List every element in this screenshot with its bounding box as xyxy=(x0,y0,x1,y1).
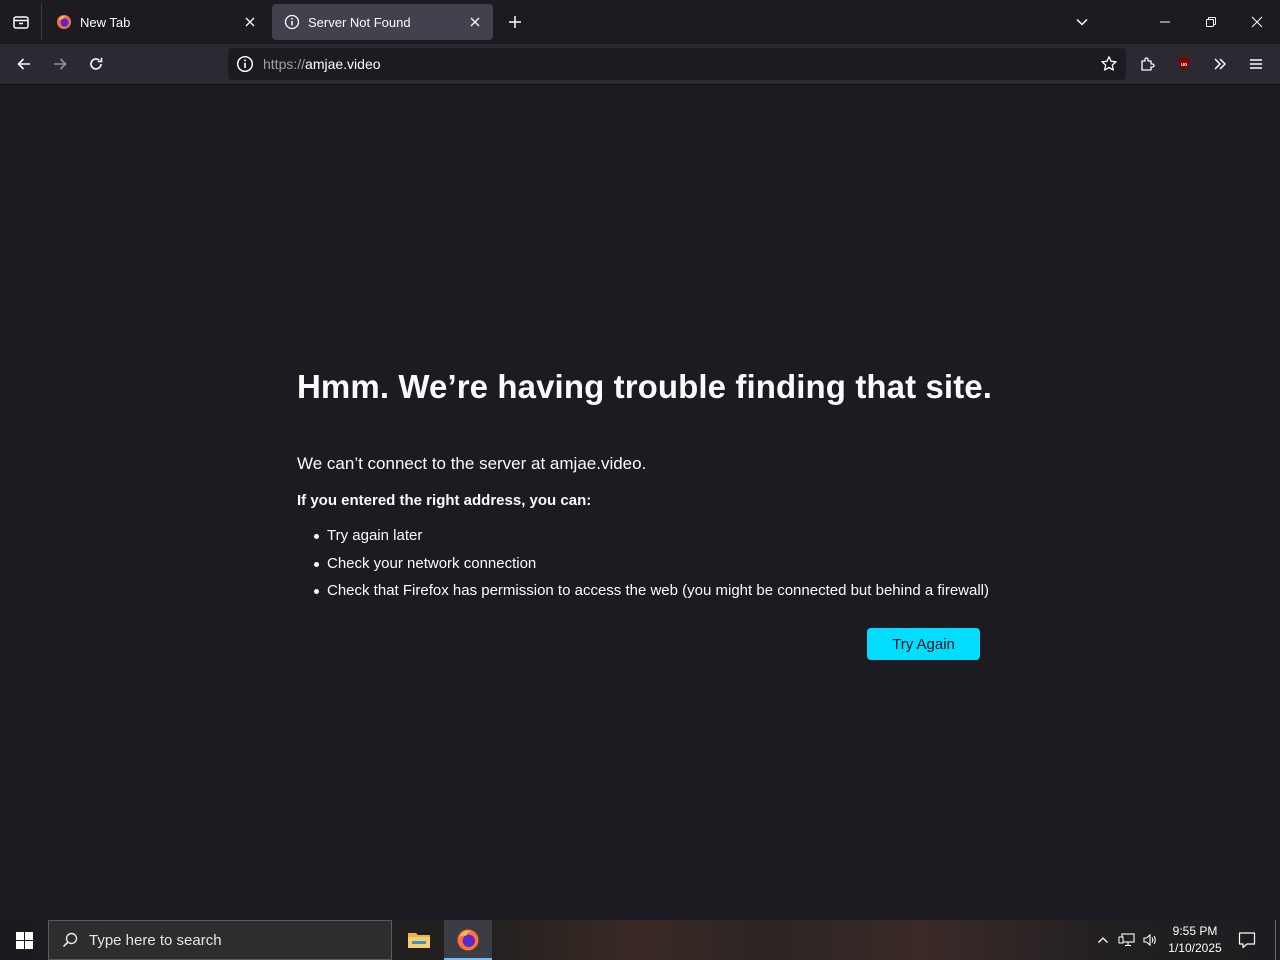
taskbar-search-box[interactable]: Type here to search xyxy=(48,920,392,960)
list-all-tabs-button[interactable] xyxy=(1070,10,1094,34)
url-host: amjae.video xyxy=(305,56,381,72)
puzzle-icon xyxy=(1141,57,1155,71)
arrow-left-icon xyxy=(17,58,30,70)
taskbar-clock[interactable]: 9:55 PM 1/10/2025 xyxy=(1164,923,1226,957)
url-scheme: https:// xyxy=(263,56,306,72)
error-description: We can’t connect to the server at amjae.… xyxy=(297,454,647,473)
ublock-origin-button[interactable]: uo xyxy=(1169,50,1199,78)
restore-icon xyxy=(1206,17,1216,27)
suggestion-item: Check that Firefox has permission to acc… xyxy=(297,581,997,601)
search-icon xyxy=(62,932,78,948)
hamburger-menu-icon xyxy=(1250,59,1262,69)
double-chevron-right-icon xyxy=(1214,58,1227,70)
new-tab-button[interactable] xyxy=(503,10,527,34)
volume-tray-button[interactable] xyxy=(1140,920,1160,960)
plus-icon xyxy=(509,16,521,28)
clock-date: 1/10/2025 xyxy=(1168,941,1222,955)
try-again-button[interactable]: Try Again xyxy=(867,628,980,660)
search-placeholder: Type here to search xyxy=(89,931,222,949)
windows-logo-icon xyxy=(15,931,33,949)
tab-manager-icon xyxy=(12,16,29,29)
ublock-shield-icon: uo xyxy=(1178,57,1190,71)
url-text[interactable]: https://amjae.video xyxy=(263,56,381,72)
close-icon[interactable] xyxy=(242,14,258,30)
forward-button[interactable] xyxy=(45,50,75,78)
overflow-menu-button[interactable] xyxy=(1205,50,1235,78)
arrow-right-icon xyxy=(54,58,67,70)
tab-label: New Tab xyxy=(80,14,131,30)
speaker-icon xyxy=(1143,933,1156,947)
close-icon xyxy=(1251,16,1263,28)
minimize-button[interactable] xyxy=(1142,4,1188,40)
reload-button[interactable] xyxy=(81,50,111,78)
folder-icon xyxy=(408,933,430,948)
network-tray-button[interactable] xyxy=(1116,920,1138,960)
tab-new-tab[interactable]: New Tab xyxy=(44,4,268,40)
suggestion-list: Try again later Check your network conne… xyxy=(297,526,997,601)
suggestion-item: Check your network connection xyxy=(297,554,997,574)
show-desktop-button[interactable] xyxy=(1275,920,1276,960)
firefox-icon xyxy=(57,15,71,29)
restore-button[interactable] xyxy=(1188,4,1234,40)
app-menu-button[interactable] xyxy=(1241,50,1271,78)
start-button[interactable] xyxy=(0,920,48,960)
svg-text:uo: uo xyxy=(1181,62,1187,68)
address-bar[interactable]: https://amjae.video xyxy=(228,48,1126,80)
error-page-content: Hmm. We’re having trouble finding that s… xyxy=(297,360,997,609)
notification-icon xyxy=(1238,932,1256,949)
firefox-icon xyxy=(457,929,479,951)
network-icon xyxy=(1118,933,1135,947)
file-explorer-taskbar-button[interactable] xyxy=(395,920,443,960)
tab-strip: New Tab Server Not Found xyxy=(0,0,1280,44)
close-window-button[interactable] xyxy=(1234,4,1280,40)
minimize-icon xyxy=(1160,21,1170,23)
tab-label: Server Not Found xyxy=(308,14,411,30)
tab-manager-button[interactable] xyxy=(0,4,42,40)
taskbar: Type here to search 9:55 PM 1/10/2025 xyxy=(0,920,1280,960)
show-hidden-icons-button[interactable] xyxy=(1094,920,1112,960)
site-info-icon[interactable] xyxy=(236,55,254,73)
extensions-button[interactable] xyxy=(1133,50,1163,78)
bookmark-star-icon[interactable] xyxy=(1100,55,1118,73)
firefox-taskbar-button[interactable] xyxy=(444,920,492,960)
clock-time: 9:55 PM xyxy=(1172,924,1218,938)
chevron-up-icon xyxy=(1098,937,1108,943)
action-center-button[interactable] xyxy=(1234,920,1260,960)
chevron-down-icon xyxy=(1076,18,1088,26)
reload-icon xyxy=(90,57,103,70)
navigation-toolbar: https://amjae.video uo xyxy=(0,44,1280,85)
close-icon[interactable] xyxy=(467,14,483,30)
error-title: Hmm. We’re having trouble finding that s… xyxy=(297,368,993,405)
suggestion-item: Try again later xyxy=(297,526,997,546)
tab-server-not-found[interactable]: Server Not Found xyxy=(272,4,493,40)
error-subheading: If you entered the right address, you ca… xyxy=(297,492,592,509)
info-icon xyxy=(284,14,300,30)
back-button[interactable] xyxy=(9,50,39,78)
